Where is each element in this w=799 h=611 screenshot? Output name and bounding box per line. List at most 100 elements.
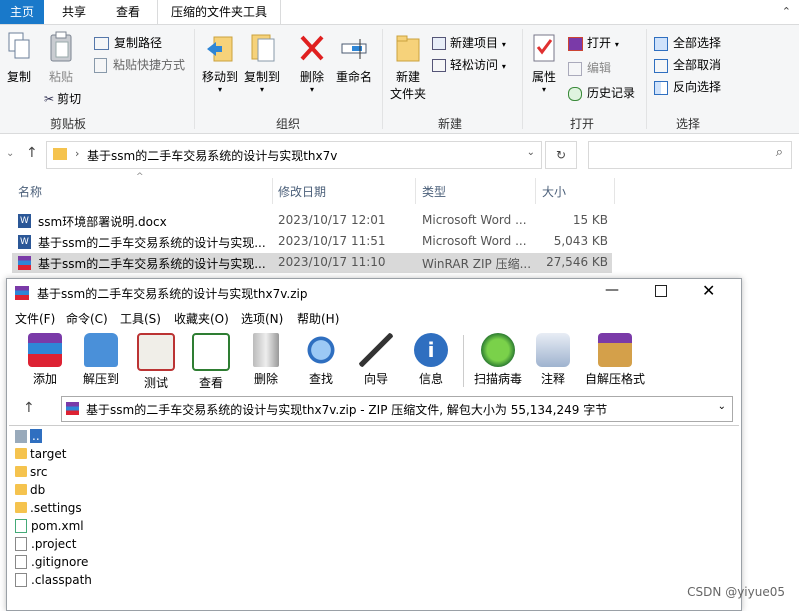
sfx-box-icon <box>598 333 632 367</box>
file-row[interactable]: W ssm环境部署说明.docx 2023/10/17 12:01 Micros… <box>12 211 612 231</box>
info-icon: i <box>414 333 448 367</box>
copy-button[interactable]: 复制 <box>4 31 34 85</box>
menu-file[interactable]: 文件(F) <box>15 310 55 327</box>
list-item[interactable]: .classpath <box>15 572 92 591</box>
menu-commands[interactable]: 命令(C) <box>66 310 108 327</box>
file-row[interactable]: W 基于ssm的二手车交易系统的设计与实现... 2023/10/17 11:5… <box>12 232 612 252</box>
list-item[interactable]: .gitignore <box>15 554 89 573</box>
new-folder-label-2: 文件夹 <box>389 87 426 101</box>
find-button[interactable]: 查找 <box>293 333 349 387</box>
list-item[interactable]: pom.xml <box>15 518 84 537</box>
file-icon <box>15 572 27 587</box>
open-button[interactable]: 打开 ▾ <box>568 34 619 51</box>
address-dropdown-icon[interactable]: ⌄ <box>527 147 535 158</box>
list-item-up[interactable]: .. <box>15 429 42 447</box>
magic-wand-icon <box>359 333 393 367</box>
wizard-button[interactable]: 向导 <box>348 333 404 387</box>
comment-button[interactable]: 注释 <box>525 333 581 387</box>
column-type-header[interactable]: 类型 <box>422 183 446 200</box>
delete-button[interactable]: 删除 ▾ <box>296 31 328 94</box>
paste-label: 粘贴 <box>48 70 73 84</box>
archive-path-combobox[interactable]: 基于ssm的二手车交易系统的设计与实现thx7v.zip - ZIP 压缩文件,… <box>61 396 733 422</box>
up-arrow-icon[interactable]: ↑ <box>26 145 38 161</box>
invert-selection-label: 反向选择 <box>673 80 722 94</box>
scan-virus-button[interactable]: 扫描病毒 <box>467 333 529 387</box>
select-all-button[interactable]: 全部选择 <box>654 34 721 51</box>
menu-options[interactable]: 选项(N) <box>241 310 283 327</box>
item-name: .project <box>31 537 77 551</box>
invert-selection-icon <box>654 80 668 95</box>
paste-button[interactable]: 粘贴 <box>44 31 78 85</box>
list-item[interactable]: target <box>15 447 67 465</box>
file-date: 2023/10/17 11:10 <box>278 255 386 269</box>
item-name: .settings <box>30 501 82 515</box>
test-button[interactable]: 测试 <box>128 333 184 391</box>
tab-share[interactable]: 共享 <box>48 0 100 24</box>
up-one-level-icon[interactable]: ↑ <box>23 400 35 416</box>
tab-compressed-tools[interactable]: 压缩的文件夹工具 <box>157 0 281 24</box>
sfx-button[interactable]: 自解压格式 <box>583 333 647 387</box>
view-button[interactable]: 查看 <box>183 333 239 391</box>
winrar-title-bar[interactable]: 基于ssm的二手车交易系统的设计与实现thx7v.zip — ✕ <box>7 279 741 307</box>
refresh-button[interactable]: ↻ <box>545 141 577 169</box>
add-button[interactable]: 添加 <box>17 333 73 387</box>
close-icon[interactable]: ✕ <box>702 281 715 300</box>
copy-to-dropdown-icon: ▾ <box>259 85 264 94</box>
folder-icon <box>53 148 67 160</box>
menu-help[interactable]: 帮助(H) <box>297 310 339 327</box>
file-size: 15 KB <box>572 213 608 227</box>
history-button[interactable]: 历史记录 <box>568 84 635 101</box>
cut-button[interactable]: ✂ 剪切 <box>44 90 81 107</box>
list-item[interactable]: db <box>15 483 45 501</box>
search-box[interactable]: ⌕ <box>588 141 792 169</box>
minimize-icon[interactable]: — <box>605 282 619 298</box>
tab-home[interactable]: 主页 <box>0 0 44 24</box>
invert-selection-button[interactable]: 反向选择 <box>654 78 721 95</box>
item-name: .gitignore <box>31 555 89 569</box>
column-size-header[interactable]: 大小 <box>542 183 566 200</box>
menu-favorites[interactable]: 收藏夹(O) <box>174 310 229 327</box>
copy-to-button[interactable]: 复制到 ▾ <box>242 31 282 94</box>
new-folder-button[interactable]: 新建 文件夹 <box>386 31 430 102</box>
extract-to-button[interactable]: 解压到 <box>73 333 129 387</box>
column-date-header[interactable]: 修改日期 <box>278 183 326 200</box>
copy-icon <box>8 32 30 59</box>
rename-button[interactable]: 重命名 <box>334 31 374 85</box>
list-item[interactable]: .project <box>15 536 77 555</box>
combobox-dropdown-icon[interactable]: ⌄ <box>718 401 726 412</box>
paste-shortcut-button[interactable]: 粘贴快捷方式 <box>94 56 185 73</box>
list-item[interactable]: src <box>15 465 48 483</box>
address-path[interactable]: 基于ssm的二手车交易系统的设计与实现thx7v <box>87 147 337 164</box>
properties-button[interactable]: 属性 ▾ <box>526 31 562 94</box>
list-item[interactable]: .settings <box>15 501 82 519</box>
new-item-button[interactable]: 新建项目 ▾ <box>432 34 506 51</box>
column-name-header[interactable]: 名称 <box>18 183 42 200</box>
select-none-button[interactable]: 全部取消 <box>654 56 721 73</box>
magnifier-icon <box>304 333 338 367</box>
address-row: ⌄ ↑ › 基于ssm的二手车交易系统的设计与实现thx7v ⌄ ↻ ⌕ <box>0 135 799 175</box>
move-to-icon <box>207 36 233 62</box>
refresh-icon: ↻ <box>555 148 567 162</box>
copy-path-button[interactable]: 复制路径 <box>94 34 162 51</box>
file-row-selected[interactable]: 基于ssm的二手车交易系统的设计与实现... 2023/10/17 11:10 … <box>12 253 612 273</box>
move-to-button[interactable]: 移动到 ▾ <box>200 31 240 94</box>
info-button[interactable]: i 信息 <box>403 333 459 387</box>
recent-locations-icon[interactable]: ⌄ <box>6 148 14 159</box>
menu-tools[interactable]: 工具(S) <box>120 310 161 327</box>
new-group-label: 新建 <box>437 117 462 131</box>
edit-button[interactable]: 编辑 <box>568 59 611 76</box>
organize-group-label: 组织 <box>275 117 300 131</box>
address-bar[interactable]: › 基于ssm的二手车交易系统的设计与实现thx7v ⌄ <box>46 141 542 169</box>
tab-view[interactable]: 查看 <box>104 0 152 24</box>
archive-path-text: 基于ssm的二手车交易系统的设计与实现thx7v.zip - ZIP 压缩文件,… <box>86 403 608 417</box>
maximize-icon[interactable] <box>655 285 667 297</box>
easy-access-button[interactable]: 轻松访问 ▾ <box>432 56 506 73</box>
file-size: 27,546 KB <box>546 255 608 269</box>
archive-small-icon <box>66 402 79 415</box>
item-name: .classpath <box>31 573 92 587</box>
ribbon-collapse-icon[interactable]: ⌃ <box>782 5 791 18</box>
delete-archive-button[interactable]: 删除 <box>238 333 294 387</box>
file-date: 2023/10/17 12:01 <box>278 213 386 227</box>
copy-to-icon <box>251 34 275 62</box>
column-divider <box>535 178 536 204</box>
